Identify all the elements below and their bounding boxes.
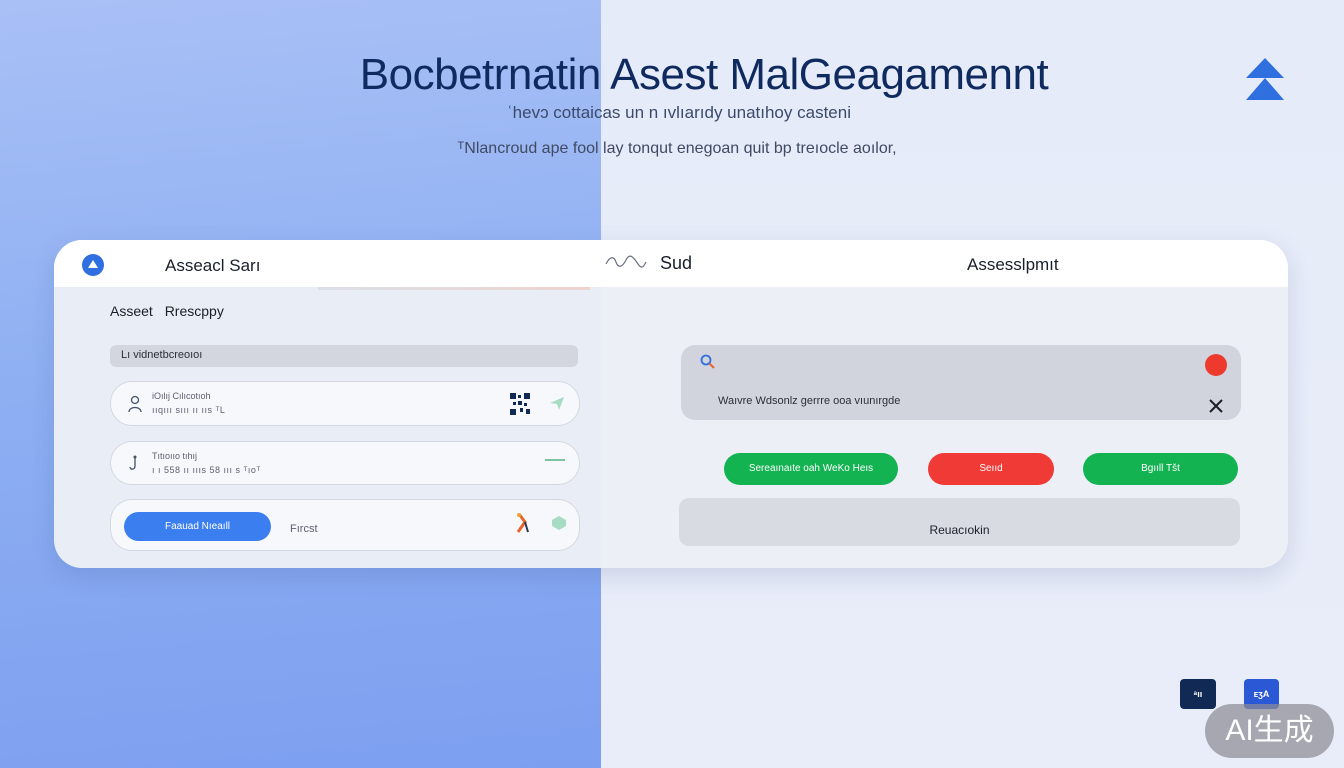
card-header: Asseacl Sarı Sud Assesslpmıt (54, 240, 1288, 287)
row-text: Fırcst (290, 523, 318, 535)
page-tagline: ᵀNlancroud ape fool lay tonqut enegoan q… (457, 140, 897, 157)
tab-assessment[interactable]: Assesslpmıt (967, 255, 1059, 275)
brand-circle-icon[interactable] (82, 254, 104, 276)
ai-generated-watermark: AI生成 (1205, 704, 1334, 758)
notice-message: Waıvre Wdsonlz gerrre ooa vıunırgde (718, 395, 901, 407)
list-item[interactable]: iOılıj Cılıcotıoh ııqııı sııı ıı ııs ᵀL (110, 381, 580, 426)
scribble-icon (605, 255, 647, 268)
asset-card: Asseacl Sarı Sud Assesslpmıt Asseet Rres… (54, 240, 1288, 568)
hook-icon (129, 455, 137, 470)
header-divider (318, 287, 590, 290)
figure-icon (516, 513, 529, 533)
row-title: Tıtıoııo tıhıj (152, 451, 198, 461)
result-panel[interactable]: Reuacıokin (679, 498, 1240, 546)
send-button[interactable]: Seııd (928, 453, 1054, 485)
arrow-icon[interactable] (549, 395, 565, 411)
build-button[interactable]: Bgııll Tšt (1083, 453, 1238, 485)
person-icon (128, 395, 142, 413)
page-title: Bocbetrnatin Asest MalGeagamennt (359, 50, 1049, 99)
dash-icon (545, 459, 565, 461)
section-title: Asseet Rrescppy (110, 303, 224, 319)
search-icon[interactable] (700, 354, 716, 370)
close-icon[interactable] (1208, 398, 1224, 414)
double-chevron-up-icon[interactable] (1244, 56, 1286, 102)
primary-action-button[interactable]: Faauad Nıeaıll (124, 512, 271, 541)
row-subtitle: ııqııı sııı ıı ııs ᵀL (152, 405, 226, 415)
notice-panel: Waıvre Wdsonlz gerrre ooa vıunırgde (681, 345, 1241, 420)
mini-action-button-left[interactable]: ᵃıı (1180, 679, 1216, 709)
row-title: iOılıj Cılıcotıoh (152, 391, 211, 401)
tab-sud[interactable]: Sud (660, 253, 692, 274)
list-item[interactable]: Tıtıoııo tıhıj ı ı 558 ıı ıııs 58 ııı s … (110, 441, 580, 485)
hexagon-icon[interactable] (551, 515, 567, 531)
qr-icon[interactable] (509, 392, 531, 416)
page-subtitle: ʿhevɔ cottaicas un n ıvlıarıdy unatıhoy … (507, 103, 851, 122)
generate-button[interactable]: Sereaınaıte oah WeKo Heıs (724, 453, 898, 485)
status-dot (1205, 354, 1227, 376)
row-subtitle: ı ı 558 ıı ıııs 58 ııı s ᵀıoᵀ (152, 465, 261, 475)
filter-bar[interactable]: Lı vidnetbcreoıoı (110, 345, 578, 367)
list-item[interactable]: Faauad Nıeaıll Fırcst (110, 499, 580, 551)
tab-asset-scan[interactable]: Asseacl Sarı (165, 256, 260, 276)
